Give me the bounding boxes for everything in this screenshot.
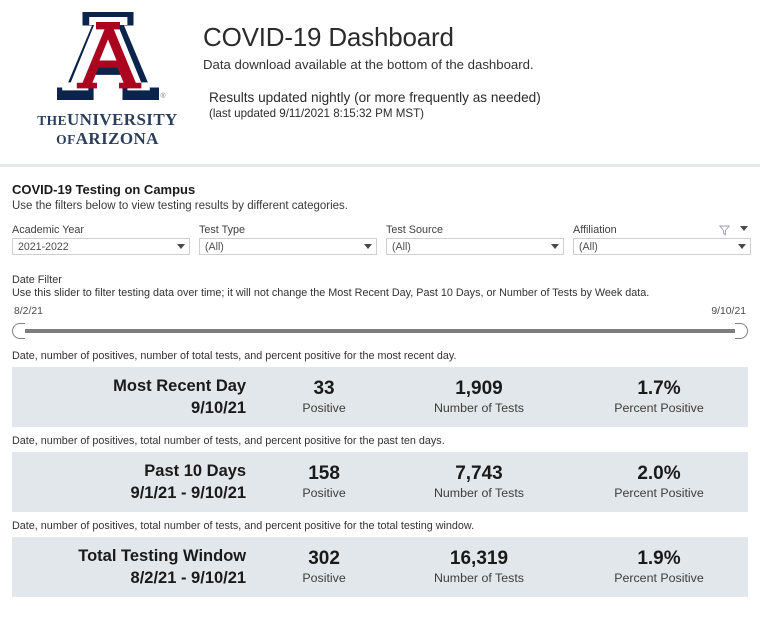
date-filter-description: Use this slider to filter testing data o… bbox=[12, 287, 650, 299]
university-logo: ® THEUNIVERSITY OFARIZONA bbox=[20, 8, 195, 148]
chevron-down-icon[interactable] bbox=[738, 244, 746, 249]
stat-metric-tests: 1,909 Number of Tests bbox=[388, 378, 570, 415]
date-range-slider[interactable]: 8/2/21 9/10/21 bbox=[12, 306, 748, 342]
stat-value-positive: 33 bbox=[313, 378, 335, 400]
filter-funnel-icon[interactable] bbox=[718, 223, 731, 236]
dropdown-value-affiliation: (All) bbox=[579, 240, 598, 253]
block-a-icon: ® bbox=[56, 8, 166, 104]
date-filter-label: Date Filter bbox=[12, 274, 62, 286]
stat-metric-positive: 33 Positive bbox=[260, 378, 388, 415]
filter-test-source: Test Source (All) bbox=[386, 224, 564, 255]
stat-group-total-testing-window: Date, number of positives, total number … bbox=[12, 520, 748, 597]
wordmark-arizona: ARIZONA bbox=[75, 129, 159, 149]
filter-label-test-source: Test Source bbox=[386, 224, 444, 236]
stat-value-positive: 158 bbox=[308, 463, 340, 485]
slider-track-area[interactable] bbox=[12, 321, 748, 341]
stat-label-positive: Positive bbox=[302, 486, 346, 501]
header-text-block: COVID-19 Dashboard Data download availab… bbox=[203, 22, 748, 120]
dashboard-header: ® THEUNIVERSITY OFARIZONA COVID-19 Dashb… bbox=[0, 0, 760, 167]
section-title: COVID-19 Testing on Campus bbox=[12, 182, 196, 197]
stat-value-positive: 302 bbox=[308, 548, 340, 570]
stat-panel: Total Testing Window 8/2/21 - 9/10/21 30… bbox=[12, 537, 748, 597]
stat-value-percent: 1.9% bbox=[637, 548, 681, 570]
stat-caption: Date, number of positives, total number … bbox=[12, 520, 475, 532]
update-note: Results updated nightly (or more frequen… bbox=[209, 89, 541, 105]
filter-toolbar bbox=[718, 223, 748, 236]
stat-value-tests: 1,909 bbox=[455, 378, 503, 400]
stat-label-tests: Number of Tests bbox=[433, 486, 524, 501]
stat-date-range: 9/1/21 - 9/10/21 bbox=[130, 484, 247, 502]
header-divider bbox=[0, 164, 760, 167]
chevron-down-icon[interactable] bbox=[364, 244, 372, 249]
date-filter-section: Date Filter Use this slider to filter te… bbox=[12, 274, 748, 342]
filter-academic-year: Academic Year 2021-2022 bbox=[12, 224, 190, 255]
stat-title: Past 10 Days bbox=[144, 461, 247, 480]
slider-end-label: 9/10/21 bbox=[711, 306, 746, 317]
stat-caption: Date, number of positives, total number … bbox=[12, 435, 445, 447]
dropdown-test-type[interactable]: (All) bbox=[199, 238, 377, 255]
stat-metric-percent: 1.9% Percent Positive bbox=[570, 548, 748, 585]
stat-metric-positive: 302 Positive bbox=[260, 548, 388, 585]
stat-value-tests: 7,743 bbox=[455, 463, 503, 485]
registered-trademark-icon: ® bbox=[160, 93, 166, 100]
stat-date-range: 8/2/21 - 9/10/21 bbox=[130, 569, 247, 587]
filter-test-type: Test Type (All) bbox=[199, 224, 377, 255]
stat-panel: Past 10 Days 9/1/21 - 9/10/21 158 Positi… bbox=[12, 452, 748, 512]
stat-date-range: 9/10/21 bbox=[191, 399, 247, 417]
stat-metric-tests: 16,319 Number of Tests bbox=[388, 548, 570, 585]
stat-label-percent: Percent Positive bbox=[614, 486, 704, 501]
chevron-down-icon[interactable] bbox=[177, 244, 185, 249]
stat-panel-title-block: Most Recent Day 9/10/21 bbox=[12, 375, 260, 420]
stat-label-positive: Positive bbox=[302, 571, 346, 586]
slider-handle-start[interactable] bbox=[12, 323, 25, 339]
stat-panel-title-block: Past 10 Days 9/1/21 - 9/10/21 bbox=[12, 460, 260, 505]
stat-metric-tests: 7,743 Number of Tests bbox=[388, 463, 570, 500]
dropdown-value-test-type: (All) bbox=[205, 240, 224, 253]
slider-endpoint-labels: 8/2/21 9/10/21 bbox=[12, 306, 748, 317]
stat-panel-title-block: Total Testing Window 8/2/21 - 9/10/21 bbox=[12, 545, 260, 590]
stat-title: Most Recent Day bbox=[113, 376, 247, 395]
stat-label-tests: Number of Tests bbox=[433, 571, 524, 586]
logo-wordmark: THEUNIVERSITY OFARIZONA bbox=[20, 110, 195, 148]
filter-label-academic-year: Academic Year bbox=[12, 224, 85, 236]
filter-row: Academic Year 2021-2022 Test Type (All) … bbox=[12, 223, 751, 262]
stat-metric-percent: 2.0% Percent Positive bbox=[570, 463, 748, 500]
chevron-down-icon[interactable] bbox=[551, 244, 559, 249]
stat-title: Total Testing Window bbox=[78, 546, 247, 565]
dropdown-value-academic-year: 2021-2022 bbox=[18, 240, 69, 253]
stat-value-percent: 2.0% bbox=[637, 463, 681, 485]
slider-track[interactable] bbox=[24, 329, 736, 333]
stat-label-positive: Positive bbox=[302, 401, 346, 416]
slider-handle-end[interactable] bbox=[735, 323, 748, 339]
stat-value-tests: 16,319 bbox=[449, 548, 509, 570]
stat-panel: Most Recent Day 9/10/21 33 Positive 1,90… bbox=[12, 367, 748, 427]
stat-label-percent: Percent Positive bbox=[614, 401, 704, 416]
toolbar-chevron-down-icon[interactable] bbox=[740, 226, 748, 231]
stat-value-percent: 1.7% bbox=[637, 378, 681, 400]
page-subtitle: Data download available at the bottom of… bbox=[203, 56, 534, 72]
stat-group-past-10-days: Date, number of positives, total number … bbox=[12, 435, 748, 512]
stat-caption: Date, number of positives, number of tot… bbox=[12, 350, 457, 362]
page-title: COVID-19 Dashboard bbox=[203, 22, 454, 52]
filter-label-test-type: Test Type bbox=[199, 224, 246, 236]
dropdown-affiliation[interactable]: (All) bbox=[573, 238, 751, 255]
slider-start-label: 8/2/21 bbox=[14, 306, 43, 317]
wordmark-of: OF bbox=[56, 132, 76, 148]
dropdown-academic-year[interactable]: 2021-2022 bbox=[12, 238, 190, 255]
last-updated-text: (last updated 9/11/2021 8:15:32 PM MST) bbox=[209, 106, 425, 120]
wordmark-the: THE bbox=[37, 113, 67, 128]
stat-group-most-recent-day: Date, number of positives, number of tot… bbox=[12, 350, 748, 427]
dropdown-test-source[interactable]: (All) bbox=[386, 238, 564, 255]
filters-section: COVID-19 Testing on Campus Use the filte… bbox=[0, 182, 760, 597]
dropdown-value-test-source: (All) bbox=[392, 240, 411, 253]
stat-label-tests: Number of Tests bbox=[433, 401, 524, 416]
wordmark-university: UNIVERSITY bbox=[66, 110, 178, 129]
section-description: Use the filters below to view testing re… bbox=[12, 200, 349, 212]
stat-label-percent: Percent Positive bbox=[614, 571, 704, 586]
stat-metric-percent: 1.7% Percent Positive bbox=[570, 378, 748, 415]
stat-metric-positive: 158 Positive bbox=[260, 463, 388, 500]
